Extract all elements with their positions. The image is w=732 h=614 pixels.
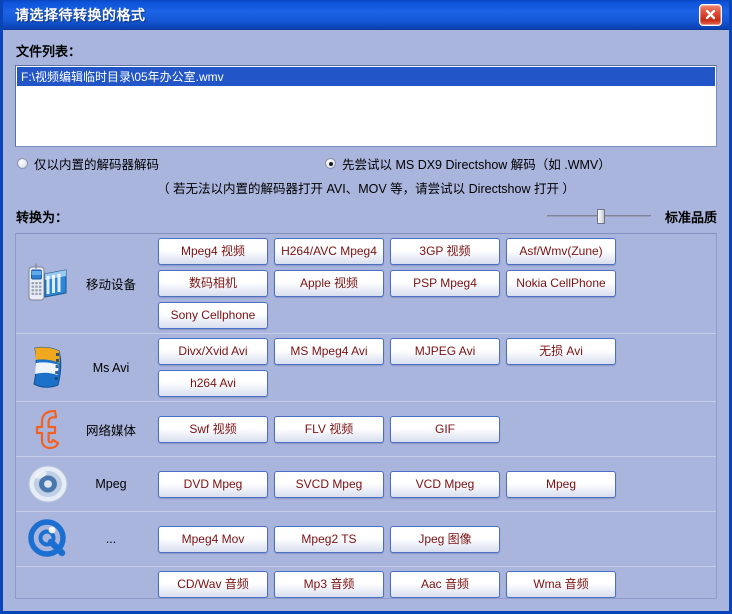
format-button[interactable]: 3GP 视频 xyxy=(390,238,500,265)
format-button-group: Divx/Xvid Avi MS Mpeg4 Avi MJPEG Avi 无损 Avi… xyxy=(158,338,710,397)
format-button[interactable]: Mpeg4 Mov xyxy=(158,525,268,553)
format-button[interactable]: Aac 音频 xyxy=(390,571,500,598)
radio-label-directshow: 先尝试以 MS DX9 Directshow 解码（如 .WMV） xyxy=(342,158,611,172)
format-button[interactable]: 数码相机 xyxy=(158,270,268,297)
decode-options-group: 仅以内置的解码器解码 先尝试以 MS DX9 Directshow 解码（如 .… xyxy=(15,154,717,202)
radio-label-builtin: 仅以内置的解码器解码 xyxy=(34,158,160,172)
category-row: 网络媒体 Swf 视频 FLV 视频 GIF xyxy=(16,402,716,457)
title-bar: 请选择待转换的格式 xyxy=(3,0,729,30)
flash-icon xyxy=(24,406,72,452)
format-button[interactable]: CD/Wav 音频 xyxy=(158,571,268,598)
format-button[interactable]: Swf 视频 xyxy=(158,415,268,443)
format-button[interactable]: MS Mpeg4 Avi xyxy=(274,338,384,365)
window-title: 请选择待转换的格式 xyxy=(15,6,146,23)
format-button[interactable]: H264/AVC Mpeg4 xyxy=(274,238,384,265)
format-button-group: DVD Mpeg SVCD Mpeg VCD Mpeg Mpeg xyxy=(158,470,710,498)
disc-icon xyxy=(24,461,72,507)
format-button[interactable]: Divx/Xvid Avi xyxy=(158,338,268,365)
format-button[interactable]: Wma 音频 xyxy=(506,571,616,598)
format-button[interactable]: PSP Mpeg4 xyxy=(390,270,500,297)
format-button-group: CD/Wav 音频Mp3 音频Aac 音频Wma 音频Flac 音频Amr/Aw… xyxy=(158,571,710,598)
decode-hint-text: （ 若无法以内置的解码器打开 AVI、MOV 等，请尝试以 Directshow… xyxy=(157,182,575,196)
audio-note-icon xyxy=(24,594,72,599)
format-button[interactable]: Mpeg2 TS xyxy=(274,525,384,553)
quality-slider[interactable] xyxy=(546,208,651,224)
format-button-group: Swf 视频 FLV 视频 GIF xyxy=(158,415,710,443)
close-button[interactable] xyxy=(699,3,722,26)
film-strip-icon xyxy=(24,345,72,391)
radio-option-builtin-decoder[interactable]: 仅以内置的解码器解码 xyxy=(17,154,159,173)
radio-indicator-builtin xyxy=(17,158,28,169)
format-button[interactable]: VCD Mpeg xyxy=(390,470,500,498)
format-button[interactable]: Nokia CellPhone xyxy=(506,270,616,297)
format-button[interactable]: Jpeg 图像 xyxy=(390,525,500,553)
category-row: Mpeg DVD Mpeg SVCD Mpeg VCD Mpeg Mpeg xyxy=(16,457,716,512)
mobile-device-icon xyxy=(24,261,72,307)
format-button-group: Mpeg4 视频 H264/AVC Mpeg4 3GP 视频 Asf/Wmv(Zune… xyxy=(158,238,710,329)
category-label: Ms Avi xyxy=(92,360,130,375)
convert-to-label: 转换为： xyxy=(16,209,69,225)
format-button[interactable]: Mp3 音频 xyxy=(274,571,384,598)
list-item[interactable]: F:\视频编辑临时目录\05年办公室.wmv xyxy=(17,67,715,86)
category-label: Mpeg xyxy=(95,477,127,491)
format-button[interactable]: Sony Cellphone xyxy=(158,302,268,329)
format-button[interactable]: Mpeg4 视频 xyxy=(158,238,268,265)
category-row: ... Mpeg4 Mov Mpeg2 TS Jpeg 图像 xyxy=(16,512,716,567)
category-row: 音频CD/Wav 音频Mp3 音频Aac 音频Wma 音频Flac 音频Amr/… xyxy=(16,567,716,599)
quicktime-icon xyxy=(24,516,72,562)
radio-option-directshow[interactable]: 先尝试以 MS DX9 Directshow 解码（如 .WMV） xyxy=(325,154,611,173)
category-label: 网络媒体 xyxy=(85,423,136,438)
format-button[interactable]: Mpeg xyxy=(506,470,616,498)
format-button[interactable]: h264 Avi xyxy=(158,370,268,397)
format-button-group: Mpeg4 Mov Mpeg2 TS Jpeg 图像 xyxy=(158,525,710,553)
format-button[interactable]: DVD Mpeg xyxy=(158,470,268,498)
format-button[interactable]: SVCD Mpeg xyxy=(274,470,384,498)
quality-label: 标准品质 xyxy=(664,209,717,225)
category-label: 移动设备 xyxy=(85,278,136,292)
dialog-window: 请选择待转换的格式 文件列表： F:\视频编辑临时目录\05年办公室.wmv 仅… xyxy=(0,0,732,614)
format-button[interactable]: FLV 视频 xyxy=(274,415,384,443)
category-label: ... xyxy=(105,532,117,546)
format-button[interactable]: 无损 Avi xyxy=(506,338,616,365)
slider-thumb[interactable] xyxy=(596,209,605,224)
convert-to-row: 转换为： 标准品质 xyxy=(15,203,717,229)
format-categories-panel: 移动设备 Mpeg4 视频 H264/AVC Mpeg4 3GP 视频 Asf/Wmv(… xyxy=(15,233,717,599)
radio-indicator-directshow xyxy=(325,158,336,169)
format-button[interactable]: MJPEG Avi xyxy=(390,338,500,365)
dialog-content: 文件列表： F:\视频编辑临时目录\05年办公室.wmv 仅以内置的解码器解码 … xyxy=(3,30,729,599)
category-row: 移动设备 Mpeg4 视频 H264/AVC Mpeg4 3GP 视频 Asf/Wmv(… xyxy=(16,234,716,334)
close-icon xyxy=(705,9,716,20)
format-button[interactable]: GIF xyxy=(390,415,500,443)
file-list-label: 文件列表： xyxy=(16,44,82,59)
quality-slider-area: 标准品质 xyxy=(546,207,717,226)
file-list-box[interactable]: F:\视频编辑临时目录\05年办公室.wmv xyxy=(15,65,717,147)
format-button[interactable]: Apple 视频 xyxy=(274,270,384,297)
category-row: Ms Avi Divx/Xvid Avi MS Mpeg4 Avi MJPEG Avi… xyxy=(16,334,716,402)
format-button[interactable]: Asf/Wmv(Zune) xyxy=(506,238,616,265)
